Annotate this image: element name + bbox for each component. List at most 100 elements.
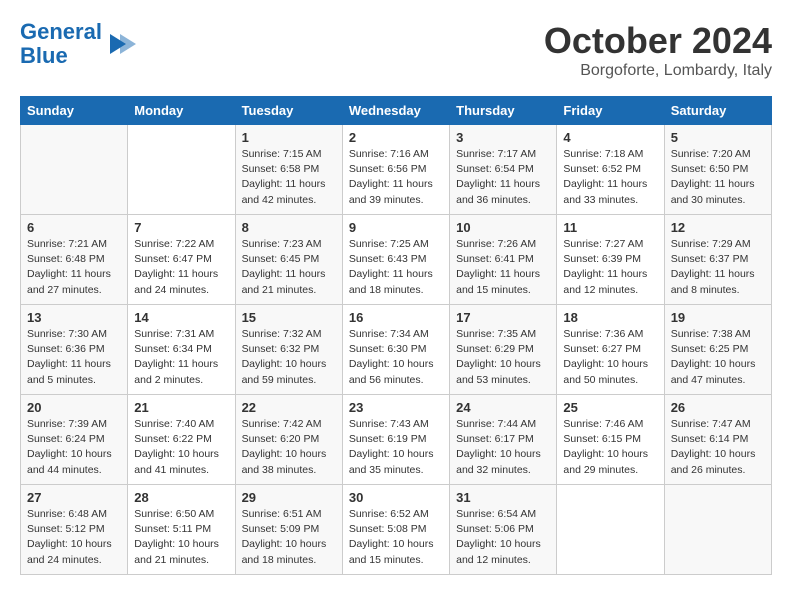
day-info: Sunrise: 7:36 AM Sunset: 6:27 PM Dayligh… (563, 327, 657, 388)
calendar-day: 18 Sunrise: 7:36 AM Sunset: 6:27 PM Dayli… (557, 305, 664, 395)
month-title: October 2024 (544, 20, 772, 62)
day-info: Sunrise: 7:43 AM Sunset: 6:19 PM Dayligh… (349, 417, 443, 478)
calendar-day: 14 Sunrise: 7:31 AM Sunset: 6:34 PM Dayli… (128, 305, 235, 395)
calendar-day (664, 485, 771, 575)
calendar-day: 23 Sunrise: 7:43 AM Sunset: 6:19 PM Dayli… (342, 395, 449, 485)
location: Borgoforte, Lombardy, Italy (544, 62, 772, 80)
day-info: Sunrise: 7:23 AM Sunset: 6:45 PM Dayligh… (242, 237, 336, 298)
logo-icon (106, 28, 138, 60)
day-number: 14 (134, 310, 228, 325)
calendar-day (128, 125, 235, 215)
day-number: 30 (349, 490, 443, 505)
day-info: Sunrise: 7:35 AM Sunset: 6:29 PM Dayligh… (456, 327, 550, 388)
calendar-day: 26Sunrise: 7:47 AM Sunset: 6:14 PM Dayli… (664, 395, 771, 485)
day-info: Sunrise: 7:31 AM Sunset: 6:34 PM Dayligh… (134, 327, 228, 388)
calendar-day: 28 Sunrise: 6:50 AM Sunset: 5:11 PM Dayli… (128, 485, 235, 575)
day-number: 11 (563, 220, 657, 235)
day-number: 29 (242, 490, 336, 505)
day-info: Sunrise: 7:17 AM Sunset: 6:54 PM Dayligh… (456, 147, 550, 208)
day-info: Sunrise: 7:20 AM Sunset: 6:50 PM Dayligh… (671, 147, 765, 208)
day-number: 21 (134, 400, 228, 415)
calendar-day: 24 Sunrise: 7:44 AM Sunset: 6:17 PM Dayli… (450, 395, 557, 485)
day-info: Sunrise: 7:39 AM Sunset: 6:24 PM Dayligh… (27, 417, 121, 478)
day-info: Sunrise: 6:50 AM Sunset: 5:11 PM Dayligh… (134, 507, 228, 568)
logo: General Blue (20, 20, 138, 68)
day-number: 6 (27, 220, 121, 235)
day-info: Sunrise: 7:47 AM Sunset: 6:14 PM Dayligh… (671, 417, 765, 478)
day-number: 5 (671, 130, 765, 145)
day-number: 9 (349, 220, 443, 235)
calendar-day: 17 Sunrise: 7:35 AM Sunset: 6:29 PM Dayli… (450, 305, 557, 395)
calendar-day: 22 Sunrise: 7:42 AM Sunset: 6:20 PM Dayli… (235, 395, 342, 485)
weekday-header: Tuesday (235, 97, 342, 125)
day-number: 7 (134, 220, 228, 235)
calendar-day: 11 Sunrise: 7:27 AM Sunset: 6:39 PM Dayli… (557, 215, 664, 305)
day-info: Sunrise: 7:42 AM Sunset: 6:20 PM Dayligh… (242, 417, 336, 478)
page-header: General Blue October 2024 Borgoforte, Lo… (20, 20, 772, 80)
calendar-day: 3 Sunrise: 7:17 AM Sunset: 6:54 PM Daylig… (450, 125, 557, 215)
calendar-day (21, 125, 128, 215)
day-number: 31 (456, 490, 550, 505)
day-number: 1 (242, 130, 336, 145)
calendar-week: 1 Sunrise: 7:15 AM Sunset: 6:58 PM Daylig… (21, 125, 772, 215)
logo-text: General Blue (20, 20, 102, 68)
weekday-header: Sunday (21, 97, 128, 125)
day-number: 20 (27, 400, 121, 415)
day-info: Sunrise: 7:30 AM Sunset: 6:36 PM Dayligh… (27, 327, 121, 388)
day-number: 13 (27, 310, 121, 325)
day-number: 18 (563, 310, 657, 325)
calendar-day: 13 Sunrise: 7:30 AM Sunset: 6:36 PM Dayli… (21, 305, 128, 395)
calendar-day: 4Sunrise: 7:18 AM Sunset: 6:52 PM Daylig… (557, 125, 664, 215)
day-info: Sunrise: 6:54 AM Sunset: 5:06 PM Dayligh… (456, 507, 550, 568)
calendar-day: 30Sunrise: 6:52 AM Sunset: 5:08 PM Dayli… (342, 485, 449, 575)
day-info: Sunrise: 7:32 AM Sunset: 6:32 PM Dayligh… (242, 327, 336, 388)
day-number: 24 (456, 400, 550, 415)
day-number: 2 (349, 130, 443, 145)
calendar-day: 9Sunrise: 7:25 AM Sunset: 6:43 PM Daylig… (342, 215, 449, 305)
calendar-day: 19 Sunrise: 7:38 AM Sunset: 6:25 PM Dayli… (664, 305, 771, 395)
day-info: Sunrise: 7:44 AM Sunset: 6:17 PM Dayligh… (456, 417, 550, 478)
calendar-table: SundayMondayTuesdayWednesdayThursdayFrid… (20, 96, 772, 575)
day-number: 12 (671, 220, 765, 235)
calendar-day: 27 Sunrise: 6:48 AM Sunset: 5:12 PM Dayli… (21, 485, 128, 575)
calendar-week: 6 Sunrise: 7:21 AM Sunset: 6:48 PM Daylig… (21, 215, 772, 305)
day-number: 28 (134, 490, 228, 505)
calendar-day: 1 Sunrise: 7:15 AM Sunset: 6:58 PM Daylig… (235, 125, 342, 215)
day-number: 23 (349, 400, 443, 415)
calendar-week: 13 Sunrise: 7:30 AM Sunset: 6:36 PM Dayli… (21, 305, 772, 395)
calendar-day: 31 Sunrise: 6:54 AM Sunset: 5:06 PM Dayli… (450, 485, 557, 575)
day-info: Sunrise: 7:38 AM Sunset: 6:25 PM Dayligh… (671, 327, 765, 388)
calendar-day: 29Sunrise: 6:51 AM Sunset: 5:09 PM Dayli… (235, 485, 342, 575)
day-number: 22 (242, 400, 336, 415)
calendar-day: 10Sunrise: 7:26 AM Sunset: 6:41 PM Dayli… (450, 215, 557, 305)
day-info: Sunrise: 7:27 AM Sunset: 6:39 PM Dayligh… (563, 237, 657, 298)
day-info: Sunrise: 7:15 AM Sunset: 6:58 PM Dayligh… (242, 147, 336, 208)
day-number: 19 (671, 310, 765, 325)
calendar-day: 15Sunrise: 7:32 AM Sunset: 6:32 PM Dayli… (235, 305, 342, 395)
calendar-day: 16Sunrise: 7:34 AM Sunset: 6:30 PM Dayli… (342, 305, 449, 395)
weekday-header: Monday (128, 97, 235, 125)
calendar-day: 6 Sunrise: 7:21 AM Sunset: 6:48 PM Daylig… (21, 215, 128, 305)
day-info: Sunrise: 7:26 AM Sunset: 6:41 PM Dayligh… (456, 237, 550, 298)
calendar-day: 7 Sunrise: 7:22 AM Sunset: 6:47 PM Daylig… (128, 215, 235, 305)
day-info: Sunrise: 6:48 AM Sunset: 5:12 PM Dayligh… (27, 507, 121, 568)
weekday-header: Saturday (664, 97, 771, 125)
weekday-header: Friday (557, 97, 664, 125)
title-block: October 2024 Borgoforte, Lombardy, Italy (544, 20, 772, 80)
day-info: Sunrise: 7:22 AM Sunset: 6:47 PM Dayligh… (134, 237, 228, 298)
day-number: 8 (242, 220, 336, 235)
day-number: 27 (27, 490, 121, 505)
calendar-week: 27 Sunrise: 6:48 AM Sunset: 5:12 PM Dayli… (21, 485, 772, 575)
day-info: Sunrise: 7:21 AM Sunset: 6:48 PM Dayligh… (27, 237, 121, 298)
day-number: 3 (456, 130, 550, 145)
calendar-day: 25Sunrise: 7:46 AM Sunset: 6:15 PM Dayli… (557, 395, 664, 485)
day-number: 17 (456, 310, 550, 325)
calendar-week: 20 Sunrise: 7:39 AM Sunset: 6:24 PM Dayli… (21, 395, 772, 485)
day-number: 4 (563, 130, 657, 145)
calendar-day: 21 Sunrise: 7:40 AM Sunset: 6:22 PM Dayli… (128, 395, 235, 485)
day-info: Sunrise: 7:40 AM Sunset: 6:22 PM Dayligh… (134, 417, 228, 478)
day-info: Sunrise: 7:29 AM Sunset: 6:37 PM Dayligh… (671, 237, 765, 298)
day-info: Sunrise: 7:34 AM Sunset: 6:30 PM Dayligh… (349, 327, 443, 388)
calendar-day (557, 485, 664, 575)
calendar-day: 2Sunrise: 7:16 AM Sunset: 6:56 PM Daylig… (342, 125, 449, 215)
